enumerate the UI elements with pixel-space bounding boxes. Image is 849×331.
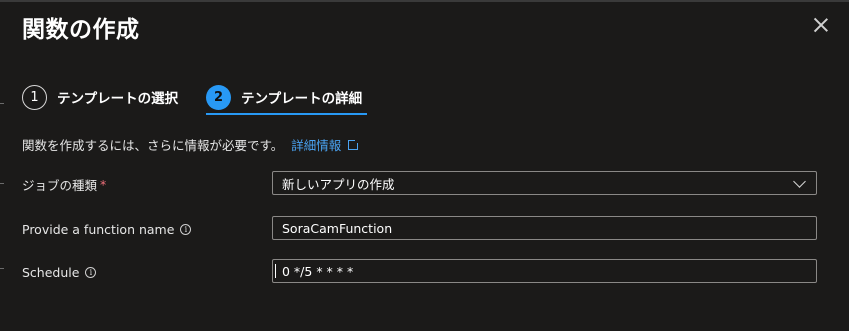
function-name-label: Provide a function name i bbox=[22, 222, 192, 237]
function-name-value: SoraCamFunction bbox=[282, 220, 393, 236]
left-edge-marks bbox=[0, 0, 6, 331]
dialog-title: 関数の作成 bbox=[22, 17, 140, 43]
step-template-select[interactable]: 1 テンプレートの選択 bbox=[22, 83, 178, 111]
external-link-icon bbox=[348, 137, 361, 150]
step-label: テンプレートの選択 bbox=[57, 91, 179, 107]
chevron-down-icon bbox=[793, 175, 806, 188]
job-type-label: ジョブの種類 * bbox=[22, 175, 106, 194]
schedule-value: 0 */5 * * * * bbox=[282, 263, 354, 279]
learn-more-label: 詳細情報 bbox=[291, 138, 342, 153]
info-icon[interactable]: i bbox=[85, 267, 97, 278]
required-asterisk: * bbox=[100, 177, 107, 192]
learn-more-link[interactable]: 詳細情報 bbox=[291, 135, 361, 154]
step-number: 1 bbox=[22, 84, 47, 110]
info-icon[interactable]: i bbox=[180, 224, 192, 235]
job-type-value: 新しいアプリの作成 bbox=[282, 176, 395, 192]
job-type-dropdown[interactable]: 新しいアプリの作成 bbox=[272, 171, 817, 195]
step-number: 2 bbox=[206, 84, 231, 110]
step-label: テンプレートの詳細 bbox=[241, 91, 363, 107]
description-text: 関数を作成するには、さらに情報が必要です。 bbox=[22, 138, 284, 153]
text-cursor bbox=[275, 264, 276, 278]
active-step-indicator bbox=[206, 113, 367, 115]
description: 関数を作成するには、さらに情報が必要です。 詳細情報 bbox=[22, 135, 361, 154]
schedule-input[interactable]: 0 */5 * * * * bbox=[272, 259, 817, 283]
job-type-label-text: ジョブの種類 bbox=[22, 178, 98, 193]
schedule-label: Schedule i bbox=[22, 265, 97, 280]
top-border bbox=[0, 0, 849, 2]
function-name-label-text: Provide a function name bbox=[22, 222, 175, 237]
schedule-label-text: Schedule bbox=[22, 265, 80, 280]
function-name-input[interactable]: SoraCamFunction bbox=[272, 216, 817, 240]
step-template-details[interactable]: 2 テンプレートの詳細 bbox=[206, 83, 362, 111]
close-icon[interactable] bbox=[810, 14, 832, 36]
